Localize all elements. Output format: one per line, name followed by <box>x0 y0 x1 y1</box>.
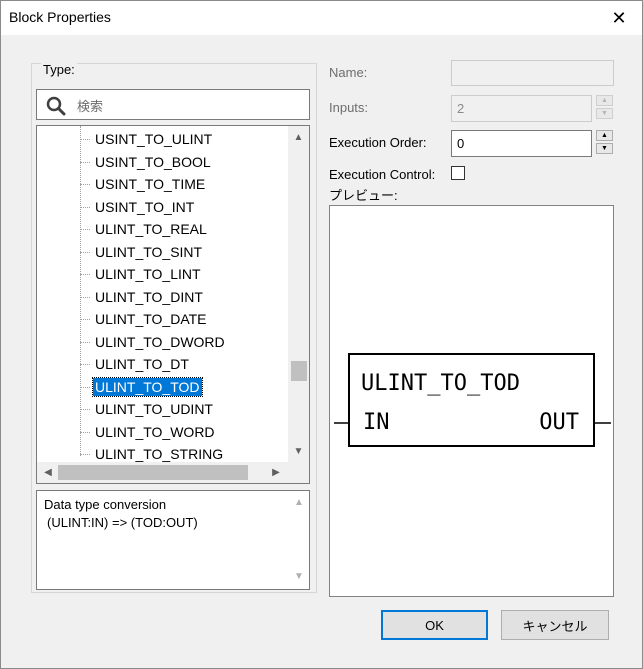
exec-order-up-icon[interactable]: ▲ <box>596 130 613 141</box>
close-icon[interactable]: ✕ <box>596 1 642 35</box>
tree-item-label: ULINT_TO_DINT <box>95 288 203 305</box>
description-scrollbar: ▲ ▼ <box>289 491 309 589</box>
tree-item[interactable]: ULINT_TO_TOD <box>37 376 285 399</box>
tree-items: USINT_TO_ULINT USINT_TO_BOOL USINT_TO_TIME… <box>37 128 285 466</box>
tree-item[interactable]: USINT_TO_BOOL <box>37 151 285 174</box>
search-input[interactable]: 検索 <box>36 89 310 120</box>
search-placeholder: 検索 <box>77 99 104 114</box>
inputs-field[interactable]: 2 <box>451 95 592 122</box>
description-line2: (ULINT:IN) => (TOD:OUT) <box>47 515 198 530</box>
execution-control-checkbox[interactable] <box>451 166 465 180</box>
tree-hscroll-thumb[interactable] <box>58 465 248 480</box>
execution-order-field[interactable]: 0 <box>451 130 592 157</box>
tree-scroll-thumb[interactable] <box>291 361 307 381</box>
tree-item-label: ULINT_TO_DWORD <box>95 333 225 350</box>
tree-item[interactable]: ULINT_TO_DWORD <box>37 331 285 354</box>
inputs-down-icon[interactable]: ▼ <box>596 108 613 119</box>
preview-label: プレビュー: <box>329 188 398 203</box>
type-group-label: Type: <box>41 62 77 77</box>
tree-item[interactable]: ULINT_TO_SINT <box>37 241 285 264</box>
desc-scroll-up-icon: ▲ <box>294 497 304 508</box>
execution-order-label: Execution Order: <box>329 135 427 150</box>
inputs-spinner[interactable]: ▲ ▼ <box>596 95 613 122</box>
block-name-text: ULINT_TO_TOD <box>361 371 520 396</box>
type-description: Data type conversion (ULINT:IN) => (TOD:… <box>36 490 310 590</box>
tree-item-label: USINT_TO_ULINT <box>95 131 213 147</box>
desc-scroll-down-icon: ▼ <box>294 571 304 582</box>
ok-button[interactable]: OK <box>381 610 488 640</box>
name-field[interactable] <box>451 60 614 86</box>
tree-item[interactable]: USINT_TO_ULINT <box>37 128 285 151</box>
tree-item-label: ULINT_TO_UDINT <box>95 401 213 417</box>
description-line1: Data type conversion <box>44 497 167 512</box>
inputs-up-icon[interactable]: ▲ <box>596 95 613 106</box>
block-properties-dialog: Block Properties ✕ Type: 検索 USINT_TO_ULI… <box>0 0 643 669</box>
tree-item[interactable]: ULINT_TO_LINT <box>37 263 285 286</box>
tree-item-label: USINT_TO_BOOL <box>95 153 211 170</box>
tree-item-label: ULINT_TO_DT <box>95 356 189 372</box>
scroll-right-icon[interactable]: ▶ <box>267 462 285 483</box>
type-tree[interactable]: USINT_TO_ULINT USINT_TO_BOOL USINT_TO_TIME… <box>36 125 310 484</box>
scroll-down-icon[interactable]: ▼ <box>288 442 309 460</box>
tree-item[interactable]: ULINT_TO_DINT <box>37 286 285 309</box>
title-bar: Block Properties ✕ <box>1 1 642 35</box>
preview-canvas: ULINT_TO_TOD IN OUT <box>334 353 611 447</box>
name-label: Name: <box>329 65 368 80</box>
cancel-button[interactable]: キャンセル <box>501 610 609 640</box>
tree-item-label: ULINT_TO_WORD <box>95 423 215 440</box>
exec-order-down-icon[interactable]: ▼ <box>596 143 613 154</box>
block-preview: ULINT_TO_TOD IN OUT <box>329 205 614 597</box>
tree-item[interactable]: ULINT_TO_REAL <box>37 218 285 241</box>
tree-item-label: ULINT_TO_STRING <box>95 446 224 462</box>
tree-item-label: ULINT_TO_LINT <box>95 266 201 282</box>
tree-item-label: USINT_TO_TIME <box>95 176 206 192</box>
tree-item[interactable]: ULINT_TO_UDINT <box>37 398 285 421</box>
tree-item[interactable]: USINT_TO_INT <box>37 196 285 219</box>
tree-item[interactable]: ULINT_TO_DATE <box>37 308 285 331</box>
tree-item-label: ULINT_TO_DATE <box>95 311 207 327</box>
inputs-label: Inputs: <box>329 100 369 115</box>
tree-item-label: ULINT_TO_REAL <box>95 221 207 237</box>
scroll-left-icon[interactable]: ◀ <box>39 462 57 483</box>
tree-item-label: ULINT_TO_SINT <box>95 243 203 260</box>
dialog-title: Block Properties <box>9 9 111 25</box>
scroll-up-icon[interactable]: ▲ <box>288 128 309 146</box>
tree-item-label: ULINT_TO_TOD <box>92 376 203 397</box>
search-icon <box>46 96 66 116</box>
block-input-text: IN <box>363 410 390 435</box>
tree-item[interactable]: ULINT_TO_WORD <box>37 421 285 444</box>
tree-item[interactable]: USINT_TO_TIME <box>37 173 285 196</box>
tree-item[interactable]: ULINT_TO_DT <box>37 353 285 376</box>
block-output-text: OUT <box>539 410 579 435</box>
tree-horizontal-scrollbar[interactable]: ◀ ▶ <box>37 462 309 483</box>
tree-vertical-scrollbar[interactable]: ▲ ▼ <box>288 126 309 462</box>
execution-control-label: Execution Control: <box>329 167 436 182</box>
tree-item-label: USINT_TO_INT <box>95 198 195 215</box>
execution-order-spinner[interactable]: ▲ ▼ <box>596 130 613 157</box>
